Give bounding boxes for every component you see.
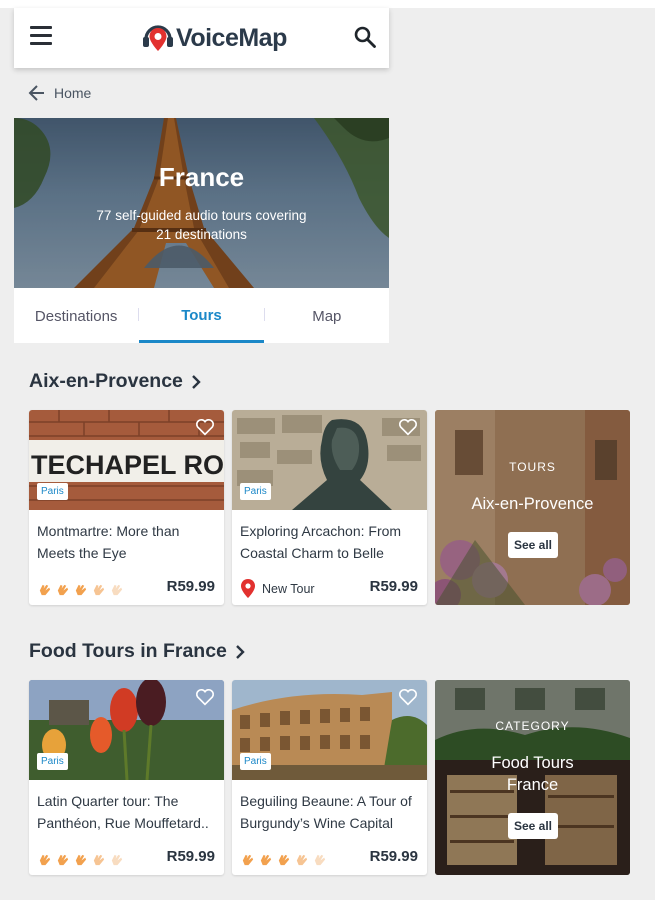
search-icon[interactable] [353, 25, 377, 49]
clap-hand-icon [111, 584, 123, 596]
tour-price: R59.99 [166, 848, 215, 865]
clap-hand-icon [260, 854, 272, 866]
city-badge: Paris [240, 753, 271, 770]
clap-hand-icon [75, 584, 87, 596]
feature-kicker: TOURS [509, 460, 556, 474]
tab-bar: Destinations Tours Map [14, 288, 389, 343]
new-tour-label: New Tour [262, 581, 315, 596]
clap-hand-icon [278, 854, 290, 866]
section-title-aix-en-provence[interactable]: Aix-en-Provence [29, 370, 201, 393]
logo-pin-headphones-icon [143, 25, 173, 51]
city-badge: Paris [37, 483, 68, 500]
rating-hands [240, 852, 330, 867]
city-badge: Paris [37, 753, 68, 770]
hero-title: France [158, 162, 245, 192]
hero-banner: France 77 self-guided audio tours coveri… [14, 118, 389, 288]
feature-card-aix-en-provence[interactable]: TOURS Aix-en-Provence See all [435, 410, 630, 605]
logo-text: VoiceMap [176, 23, 287, 52]
clap-hand-icon [75, 854, 87, 866]
tour-title: Exploring Arcachon: From Coastal Charm t… [240, 523, 402, 561]
clap-hand-icon [93, 584, 105, 596]
tab-destinations[interactable]: Destinations [14, 288, 138, 343]
city-badge: Paris [240, 483, 271, 500]
svg-text:TECHAPEL ROA: TECHAPEL ROA [31, 450, 224, 480]
tour-card[interactable]: Paris Beguiling Beaune: A Tour of Burgun… [232, 680, 427, 875]
see-all-button[interactable]: See all [508, 813, 558, 839]
tour-card[interactable]: Paris Latin Quarter tour: The Panthéon, … [29, 680, 224, 875]
feature-kicker: CATEGORY [495, 719, 570, 733]
hero-subtitle: 77 self-guided audio tours covering 21 d… [96, 208, 307, 242]
feature-title: Food Tours France [491, 754, 574, 794]
rating-hands [37, 582, 127, 597]
clap-hand-icon [39, 854, 51, 866]
feature-title: Aix-en-Provence [471, 495, 594, 513]
clap-hand-icon [57, 584, 69, 596]
tour-card[interactable]: Paris Exploring Arcachon: From Coastal C… [232, 410, 427, 605]
clap-hand-icon [296, 854, 308, 866]
tab-map[interactable]: Map [265, 288, 389, 343]
map-pin-icon [241, 579, 255, 598]
tour-price: R59.99 [166, 578, 215, 595]
tab-tours[interactable]: Tours [139, 288, 264, 343]
section-title-food-tours-in-france[interactable]: Food Tours in France [29, 640, 245, 663]
tour-card[interactable]: TECHAPEL ROA Paris Montmartre: More than… [29, 410, 224, 605]
rating-hands [37, 852, 127, 867]
section-title-label: Food Tours in France [29, 640, 227, 662]
clap-hand-icon [314, 854, 326, 866]
tour-price: R59.99 [369, 578, 418, 595]
voicemap-logo[interactable]: VoiceMap [142, 18, 287, 58]
clap-hand-icon [111, 854, 123, 866]
breadcrumb[interactable]: Home [28, 84, 91, 102]
clap-hand-icon [93, 854, 105, 866]
tour-title: Beguiling Beaune: A Tour of Burgundy’s W… [240, 793, 412, 831]
chevron-right-icon [236, 644, 245, 659]
clap-hand-icon [242, 854, 254, 866]
heart-icon[interactable] [195, 418, 215, 436]
breadcrumb-home-label: Home [54, 85, 92, 101]
feature-card-food-tours-france[interactable]: CATEGORY Food Tours France See all [435, 680, 630, 875]
heart-icon[interactable] [195, 688, 215, 706]
clap-hand-icon [39, 584, 51, 596]
top-strip [0, 0, 655, 8]
new-tour-status: New Tour [241, 579, 315, 598]
section-title-label: Aix-en-Provence [29, 370, 183, 392]
clap-hand-icon [57, 854, 69, 866]
see-all-button[interactable]: See all [508, 532, 558, 558]
app-header: VoiceMap [14, 8, 389, 68]
heart-icon[interactable] [398, 688, 418, 706]
chevron-right-icon [192, 374, 201, 389]
tour-title: Montmartre: More than Meets the Eye [37, 523, 180, 561]
hamburger-menu-icon[interactable] [28, 26, 54, 48]
heart-icon[interactable] [398, 418, 418, 436]
tour-title: Latin Quarter tour: The Panthéon, Rue Mo… [37, 793, 209, 831]
arrow-left-icon [28, 85, 44, 101]
tour-price: R59.99 [369, 848, 418, 865]
